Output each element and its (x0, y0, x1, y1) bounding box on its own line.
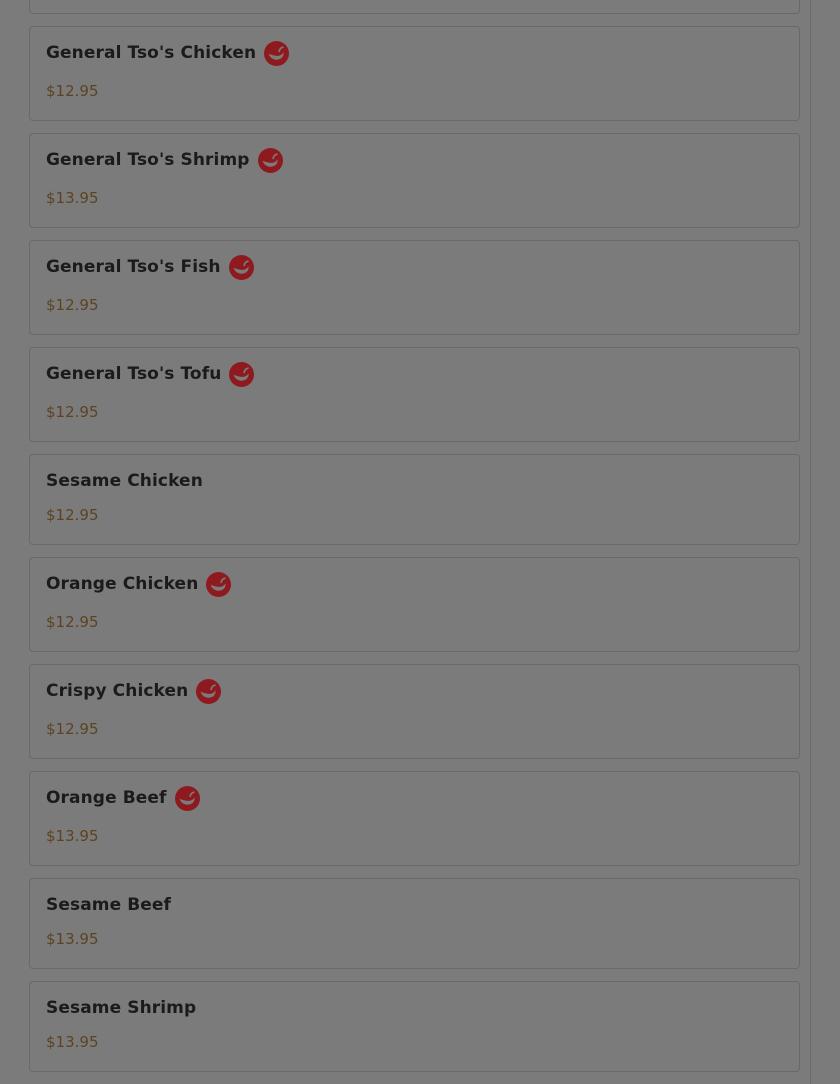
menu-item-title-row: Sesame Beef (46, 892, 171, 918)
menu-item-card[interactable]: Orange Chicken $12.95 (29, 557, 800, 652)
menu-item-name: General Tso's Fish (46, 257, 221, 277)
chili-pepper-icon (264, 40, 290, 66)
menu-item-title-row: General Tso's Chicken (46, 40, 290, 66)
menu-item-card[interactable]: Crispy Chicken $12.95 (29, 664, 800, 759)
menu-item-title-row: Orange Chicken (46, 571, 232, 597)
menu-item-title-row: Orange Beef (46, 785, 200, 811)
chili-pepper-icon (196, 678, 222, 704)
menu-item-name: Sesame Chicken (46, 471, 203, 491)
menu-item-card[interactable]: Sesame Beef $13.95 (29, 878, 800, 969)
menu-item-price: $12.95 (46, 613, 99, 631)
menu-item-name: Orange Beef (46, 788, 167, 808)
menu-item-title-row: General Tso's Tofu (46, 361, 255, 387)
menu-item-price: $12.95 (46, 82, 99, 100)
menu-item-price: $13.95 (46, 1033, 99, 1051)
menu-item-price: $12.95 (46, 506, 99, 524)
menu-item-card[interactable]: Sesame Shrimp $13.95 (29, 981, 800, 1072)
menu-item-title-row: Sesame Chicken (46, 468, 203, 494)
menu-item-card[interactable]: Sesame Chicken $12.95 (29, 454, 800, 545)
menu-item-name: Orange Chicken (46, 574, 199, 594)
menu-item-price: $12.95 (46, 403, 99, 421)
menu-item-price: $12.95 (46, 720, 99, 738)
menu-item-card[interactable]: Orange Beef $13.95 (29, 771, 800, 866)
menu-item-card[interactable]: General Tso's Tofu $12.95 (29, 347, 800, 442)
menu-item-name: Sesame Beef (46, 895, 172, 915)
menu-item-name: Sesame Shrimp (46, 998, 197, 1018)
scrollbar-track[interactable] (810, 0, 840, 1084)
menu-item-name: General Tso's Chicken (46, 43, 257, 63)
menu-item-card[interactable]: General Tso's Chicken $12.95 (29, 26, 800, 121)
chili-pepper-icon (174, 785, 200, 811)
menu-item-price: $13.95 (46, 827, 99, 845)
chili-pepper-icon (257, 147, 283, 173)
menu-item-name: General Tso's Shrimp (46, 150, 250, 170)
menu-item-card[interactable]: General Tso's Shrimp $13.95 (29, 133, 800, 228)
menu-item-price: $13.95 (46, 189, 99, 207)
menu-item-card[interactable]: General Tso's Fish $12.95 (29, 240, 800, 335)
menu-item-title-row: Crispy Chicken (46, 678, 222, 704)
menu-item-title-row: General Tso's Shrimp (46, 147, 283, 173)
menu-item-name: General Tso's Tofu (46, 364, 222, 384)
menu-item-price: $13.95 (46, 930, 99, 948)
menu-item-title-row: Sesame Shrimp (46, 995, 196, 1021)
menu-item-title-row: General Tso's Fish (46, 254, 254, 280)
chili-pepper-icon (206, 571, 232, 597)
menu-item-price: $12.95 (46, 296, 99, 314)
menu-page: General Tso's Chicken $12.95 General Tso… (0, 0, 840, 1084)
menu-item-card-partial[interactable] (29, 0, 800, 14)
chili-pepper-icon (228, 254, 254, 280)
menu-item-name: Crispy Chicken (46, 681, 189, 701)
chili-pepper-icon (229, 361, 255, 387)
